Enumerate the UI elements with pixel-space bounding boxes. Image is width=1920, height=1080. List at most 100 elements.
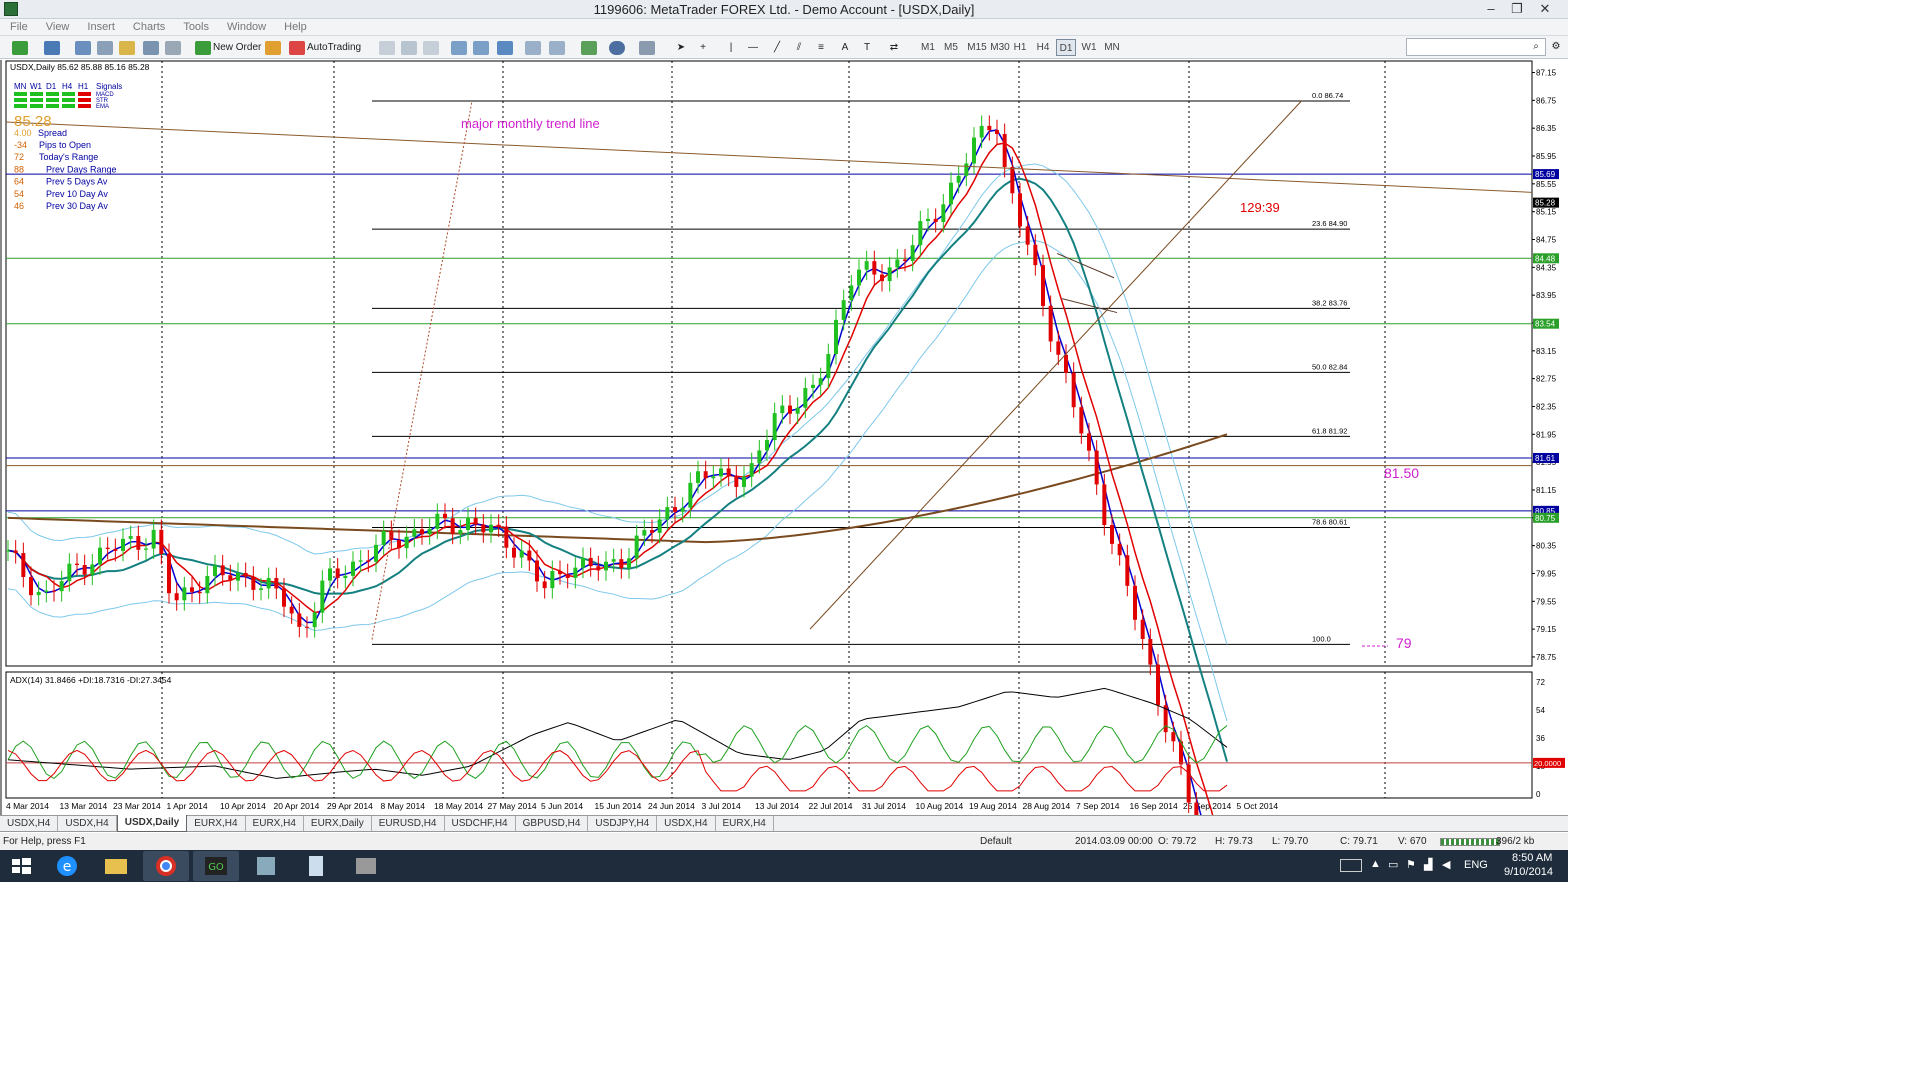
line-chart-icon[interactable]	[422, 39, 440, 56]
candle	[918, 221, 923, 246]
chart-tab[interactable]: EURX,H4	[716, 816, 774, 831]
timeframe-m5[interactable]: M5	[941, 39, 961, 56]
profiles-button[interactable]	[38, 39, 66, 56]
timeframe-h4[interactable]: H4	[1033, 39, 1053, 56]
menu-help[interactable]: Help	[274, 19, 315, 36]
tool-taskbar-icon[interactable]	[343, 851, 389, 881]
market-watch-icon[interactable]	[74, 39, 92, 56]
candle	[611, 559, 616, 562]
candle	[1140, 619, 1145, 639]
menu-file[interactable]: File	[0, 19, 36, 36]
zoom-out-icon[interactable]	[472, 39, 490, 56]
metatrader-taskbar-icon[interactable]: GO	[193, 851, 239, 881]
restore-icon[interactable]: ❐	[1504, 0, 1530, 19]
ie-taskbar-icon[interactable]: e	[44, 851, 90, 881]
search-input[interactable]	[1406, 38, 1546, 56]
app-taskbar-icon[interactable]	[243, 851, 289, 881]
settings-icon[interactable]: ⚙	[1548, 39, 1564, 56]
fibonacci-icon[interactable]: ≡	[812, 39, 830, 56]
close-icon[interactable]: ✕	[1532, 0, 1558, 19]
candle	[397, 540, 401, 549]
new-chart-button[interactable]	[6, 39, 34, 56]
chart-tab[interactable]: USDCHF,H4	[445, 816, 516, 831]
bollinger-lower-line	[7, 240, 1228, 722]
timeframe-w1[interactable]: W1	[1079, 39, 1099, 56]
timeframe-h1[interactable]: H1	[1010, 39, 1030, 56]
text-icon[interactable]: A	[836, 39, 854, 56]
chart-shift-icon[interactable]	[548, 39, 566, 56]
explorer-taskbar-icon[interactable]	[93, 851, 139, 881]
indicators-button[interactable]	[576, 39, 602, 56]
cursor-icon[interactable]: ➤	[672, 39, 690, 56]
search-icon[interactable]: ⌕	[1528, 39, 1544, 56]
candle	[151, 529, 156, 549]
flag-icon[interactable]: ⚑	[1406, 858, 1416, 871]
volume-icon[interactable]: ◀	[1442, 858, 1450, 871]
menu-insert[interactable]: Insert	[77, 19, 123, 36]
tile-windows-icon[interactable]	[496, 39, 514, 56]
calculator-taskbar-icon[interactable]	[293, 851, 339, 881]
candle	[136, 536, 141, 550]
autoscroll-icon[interactable]	[524, 39, 542, 56]
timeframe-m1[interactable]: M1	[918, 39, 938, 56]
trend-line-icon[interactable]: ╱	[768, 39, 786, 56]
menu-view[interactable]: View	[36, 19, 78, 36]
chart-tab[interactable]: EURX,H4	[246, 816, 304, 831]
adx-axis-label: 72	[1536, 678, 1545, 687]
candle	[29, 576, 33, 596]
language-indicator[interactable]: ENG	[1464, 859, 1488, 871]
channel-icon[interactable]: ⫽	[790, 39, 808, 56]
chart-tab[interactable]: USDJPY,H4	[588, 816, 658, 831]
keyboard-icon[interactable]	[1340, 859, 1362, 872]
clock-date[interactable]: 9/10/2014	[1504, 866, 1553, 878]
arrows-icon[interactable]: ⇄	[882, 39, 906, 56]
tray-arrow-icon[interactable]: ▲	[1370, 858, 1381, 870]
candle	[542, 581, 547, 589]
candlestick-icon[interactable]	[400, 39, 418, 56]
navigator-icon[interactable]	[118, 39, 136, 56]
vertical-line-icon[interactable]: |	[722, 39, 740, 56]
periods-button[interactable]	[604, 39, 630, 56]
menu-window[interactable]: Window	[217, 19, 274, 36]
chart-tab[interactable]: GBPUSD,H4	[516, 816, 589, 831]
metaeditor-icon[interactable]	[264, 39, 282, 56]
candle	[427, 528, 432, 535]
chart-tab[interactable]: USDX,H4	[0, 816, 59, 831]
chart-tab[interactable]: USDX,Daily	[116, 815, 188, 832]
text-label-icon[interactable]: T	[858, 39, 876, 56]
chrome-taskbar-icon[interactable]	[143, 851, 189, 881]
candle	[588, 557, 593, 567]
network-icon[interactable]: ▟	[1424, 858, 1432, 871]
chart-tab[interactable]: EURX,Daily	[304, 816, 372, 831]
price-chart[interactable]: 4 Mar 2014 13 Mar 2014 23 Mar 2014 1 Apr 20…	[2, 60, 1568, 815]
menu-charts[interactable]: Charts	[123, 19, 173, 36]
autotrading-button[interactable]: AutoTrading	[286, 39, 364, 56]
terminal-icon[interactable]	[142, 39, 160, 56]
horizontal-line-icon[interactable]: —	[744, 39, 762, 56]
templates-button[interactable]	[634, 39, 660, 56]
data-window-icon[interactable]	[96, 39, 114, 56]
bar-chart-icon[interactable]	[378, 39, 396, 56]
price-tag-label: 85.28	[1535, 199, 1556, 208]
chart-tab[interactable]: USDX,H4	[58, 816, 117, 831]
tester-icon[interactable]	[164, 39, 182, 56]
timeframe-mn[interactable]: MN	[1102, 39, 1122, 56]
chart-tab[interactable]: USDX,H4	[657, 816, 716, 831]
minimize-icon[interactable]: –	[1478, 0, 1504, 19]
candle	[864, 261, 869, 270]
candle	[688, 482, 693, 508]
chart-window[interactable]: 4 Mar 2014 13 Mar 2014 23 Mar 2014 1 Apr 20…	[0, 60, 1568, 815]
new-order-button[interactable]: New Order	[192, 39, 266, 56]
level-81-annotation: 81.50	[1384, 465, 1419, 481]
zoom-in-icon[interactable]	[450, 39, 468, 56]
menu-tools[interactable]: Tools	[173, 19, 217, 36]
battery-icon[interactable]: ▭	[1388, 858, 1398, 871]
chart-tab[interactable]: EURUSD,H4	[372, 816, 445, 831]
crosshair-icon[interactable]: +	[694, 39, 712, 56]
start-button[interactable]	[0, 851, 42, 881]
panel-spread-label: Spread	[38, 128, 67, 138]
clock-time[interactable]: 8:50 AM	[1512, 852, 1552, 864]
timeframe-d1[interactable]: D1	[1056, 39, 1076, 56]
autotrading-icon	[289, 41, 305, 55]
chart-tab[interactable]: EURX,H4	[187, 816, 246, 831]
